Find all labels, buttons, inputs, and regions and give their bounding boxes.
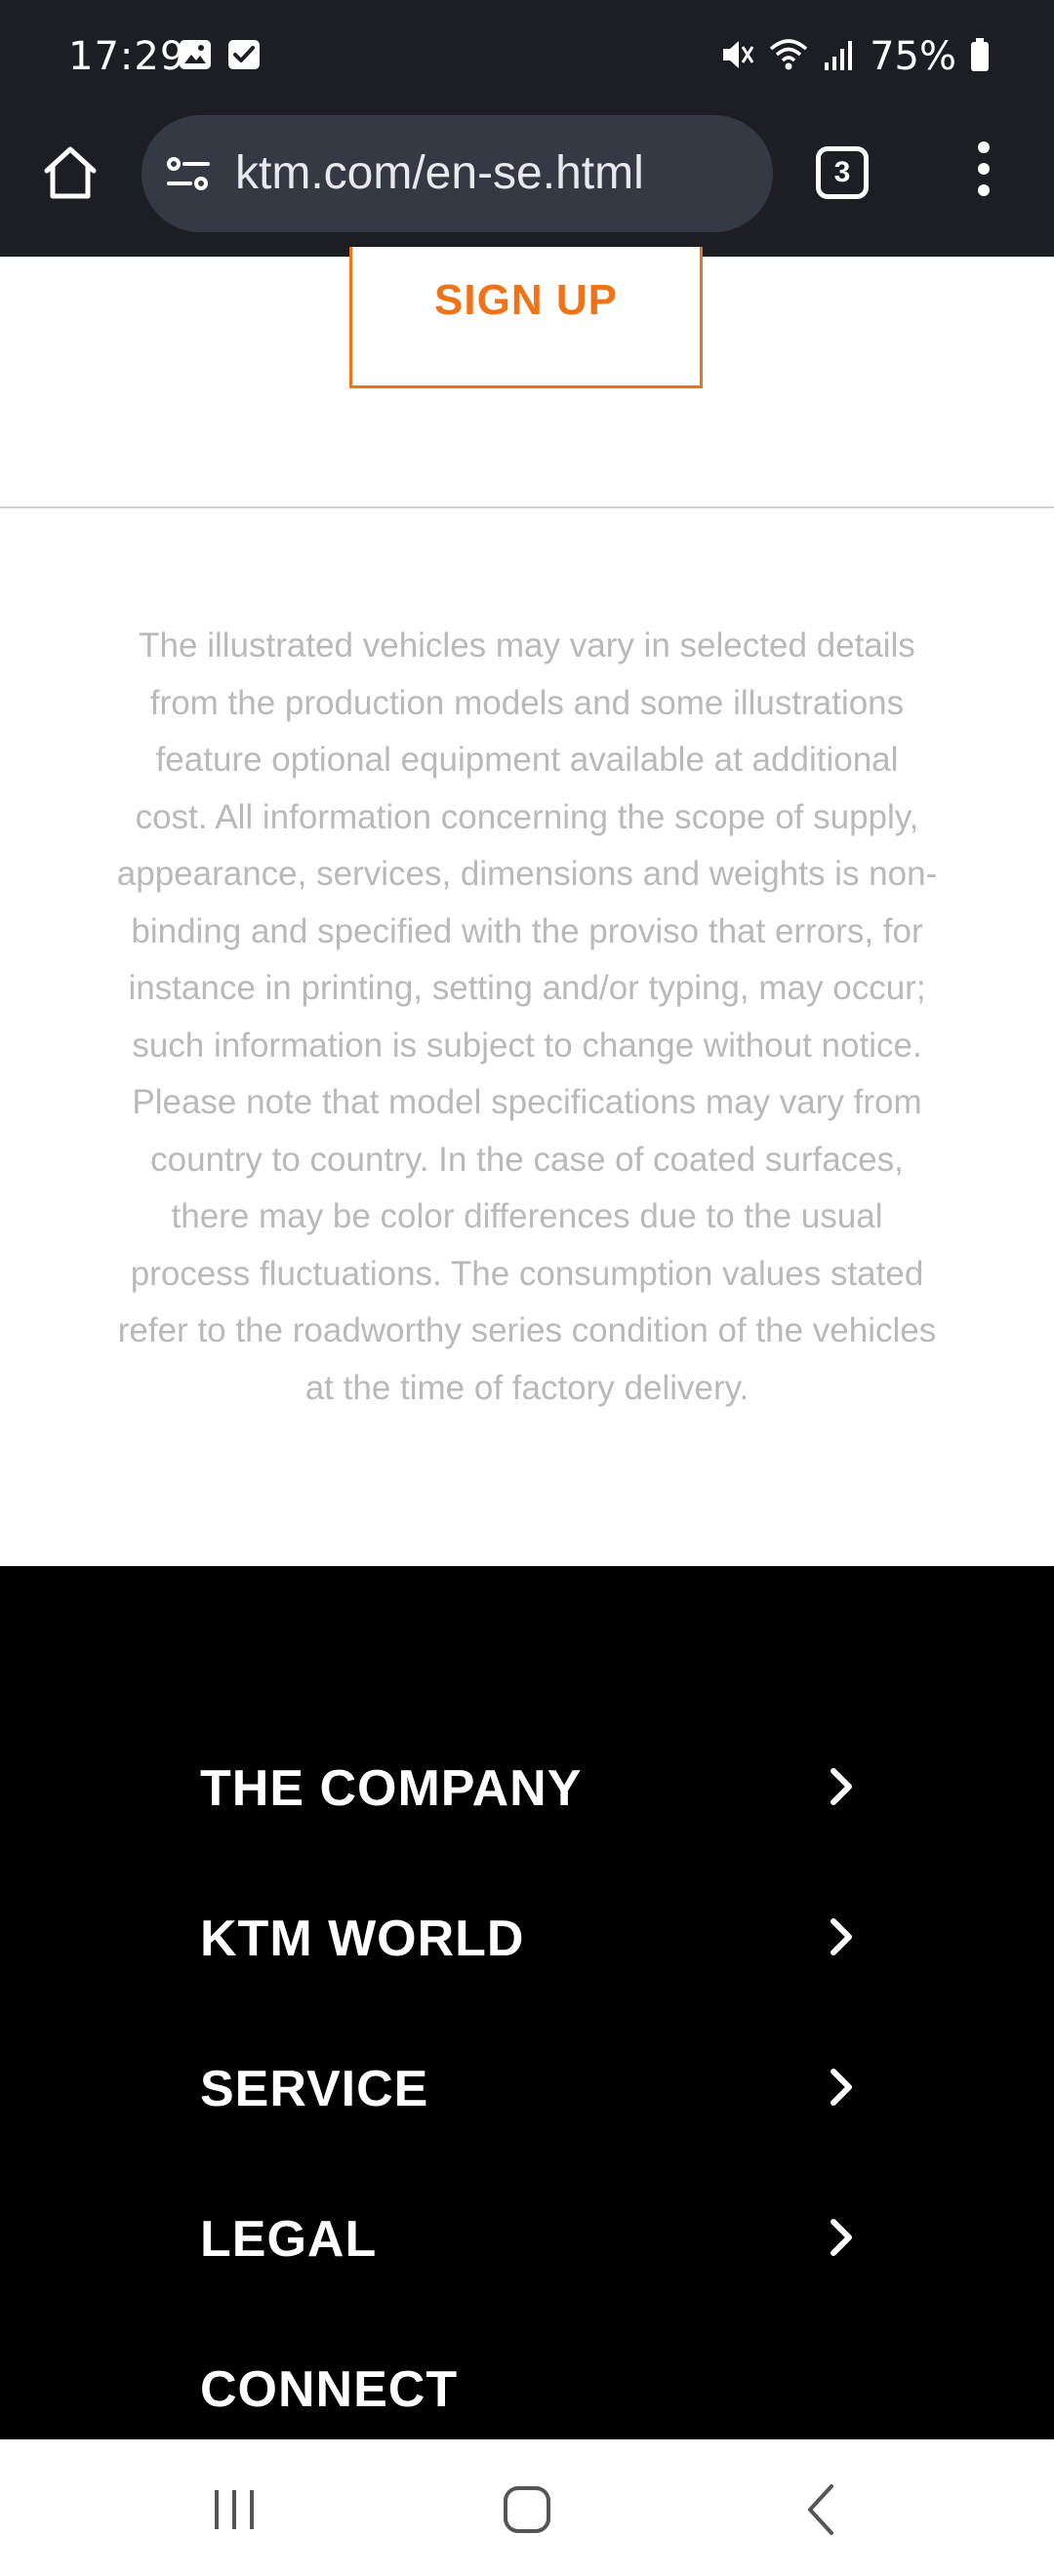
home-nav-button[interactable] bbox=[496, 2478, 558, 2541]
status-time: 17:29 bbox=[68, 34, 186, 79]
footer-item-label: KTM WORLD bbox=[200, 1911, 525, 1967]
disclaimer-line: binding and specified with the proviso t… bbox=[131, 911, 923, 950]
home-button[interactable] bbox=[39, 141, 101, 204]
browser-chrome: 17:29 75% ktm.com/en-se.html 3 bbox=[0, 0, 1054, 257]
recent-apps-button[interactable] bbox=[203, 2478, 265, 2541]
checkbox-icon bbox=[226, 37, 262, 72]
disclaimer-line: The illustrated vehicles may vary in sel… bbox=[139, 626, 915, 664]
site-settings-icon[interactable] bbox=[165, 150, 212, 197]
signal-icon bbox=[823, 35, 856, 79]
disclaimer-line: from the production models and some illu… bbox=[149, 683, 905, 722]
footer-item-label: SERVICE bbox=[200, 2061, 429, 2117]
browser-toolbar: ktm.com/en-se.html 3 bbox=[0, 112, 1054, 257]
sign-up-button[interactable]: SIGN UP bbox=[349, 247, 703, 388]
footer-item-service[interactable]: SERVICE bbox=[200, 2044, 859, 2132]
status-bar: 17:29 75% bbox=[0, 0, 1054, 112]
footer-item-label: CONNECT bbox=[200, 2361, 459, 2418]
disclaimer-line: feature optional equipment available at … bbox=[155, 741, 899, 779]
mute-icon bbox=[719, 35, 754, 79]
gallery-icon bbox=[178, 37, 213, 72]
footer-item-connect[interactable]: CONNECT bbox=[200, 2345, 859, 2433]
recent-apps-icon bbox=[215, 2490, 254, 2529]
chevron-right-icon bbox=[831, 1918, 852, 1955]
chevron-right-icon bbox=[831, 2219, 852, 2256]
url-text[interactable]: ktm.com/en-se.html bbox=[235, 142, 644, 205]
legal-disclaimer: The illustrated vehicles may vary in sel… bbox=[105, 618, 949, 1417]
disclaimer-line: process fluctuations. The consumption va… bbox=[130, 1254, 924, 1293]
chevron-right-icon bbox=[831, 2069, 852, 2106]
footer-item-label: THE COMPANY bbox=[200, 1760, 583, 1817]
address-bar[interactable]: ktm.com/en-se.html bbox=[142, 115, 773, 232]
disclaimer-line: instance in printing, setting and/or typ… bbox=[128, 969, 926, 1007]
divider bbox=[0, 506, 1054, 508]
disclaimer-line: Please note that model specifications ma… bbox=[132, 1083, 922, 1121]
more-vert-icon bbox=[972, 141, 995, 196]
disclaimer-line: appearance, services, dimensions and wei… bbox=[116, 855, 938, 893]
page-content: SIGN UP The illustrated vehicles may var… bbox=[0, 247, 1054, 1566]
overflow-menu-button[interactable] bbox=[972, 141, 995, 204]
home-square-icon bbox=[504, 2486, 550, 2533]
site-footer: THE COMPANY KTM WORLD SERVICE LEGAL CONN… bbox=[0, 1566, 1054, 2439]
disclaimer-line: at the time of factory delivery. bbox=[304, 1368, 750, 1407]
back-chevron-icon bbox=[808, 2484, 833, 2535]
wifi-icon bbox=[768, 35, 809, 79]
home-icon bbox=[44, 146, 97, 199]
tab-switcher-button[interactable]: 3 bbox=[816, 146, 869, 199]
battery-percent: 75% bbox=[870, 34, 956, 79]
status-system-icons: 75% bbox=[719, 29, 990, 84]
battery-icon bbox=[970, 37, 990, 77]
disclaimer-line: such information is subject to change wi… bbox=[132, 1026, 922, 1065]
status-notification-icons bbox=[178, 37, 262, 72]
disclaimer-line: cost. All information concerning the sco… bbox=[135, 797, 919, 836]
footer-item-legal[interactable]: LEGAL bbox=[200, 2194, 859, 2282]
disclaimer-line: country to country. In the case of coate… bbox=[150, 1140, 904, 1179]
footer-item-the-company[interactable]: THE COMPANY bbox=[200, 1744, 859, 1831]
footer-item-label: LEGAL bbox=[200, 2211, 378, 2268]
chevron-right-icon bbox=[831, 1768, 852, 1805]
system-navigation-bar bbox=[0, 2439, 1054, 2576]
disclaimer-line: refer to the roadworthy series condition… bbox=[117, 1311, 937, 1349]
footer-item-ktm-world[interactable]: KTM WORLD bbox=[200, 1894, 859, 1982]
back-button[interactable] bbox=[792, 2478, 855, 2541]
disclaimer-line: there may be color differences due to th… bbox=[171, 1197, 883, 1235]
